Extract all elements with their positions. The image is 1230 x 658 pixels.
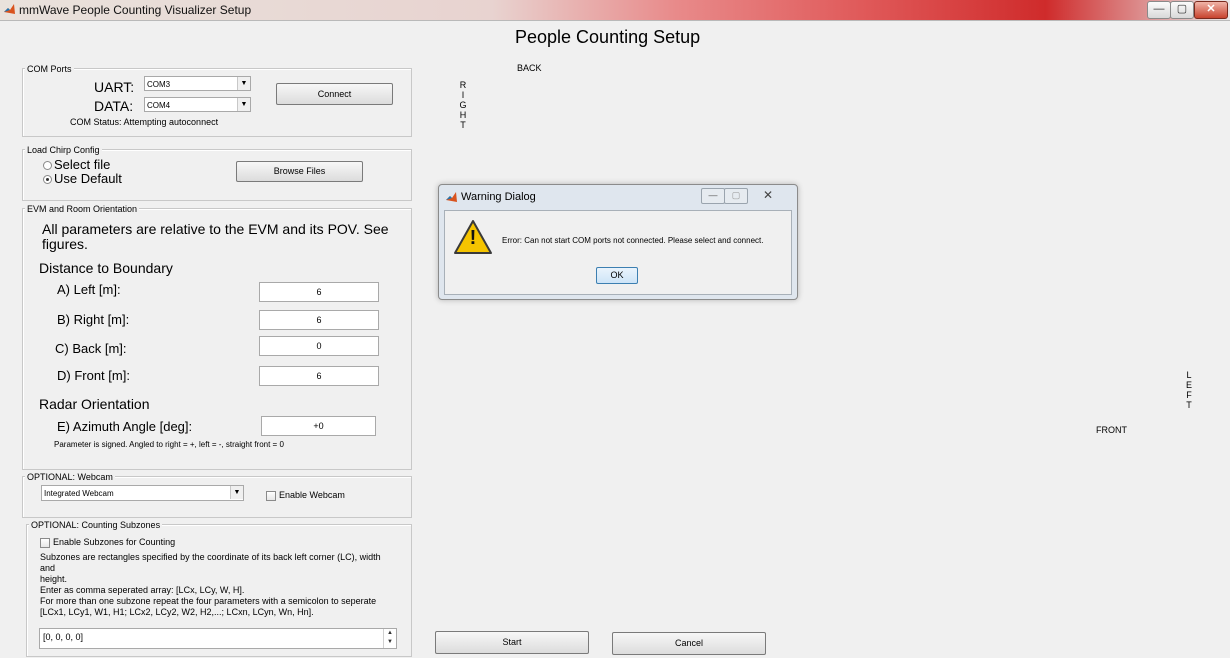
dialog-message: Error: Can not start COM ports not conne…: [502, 236, 764, 245]
window-title: mmWave People Counting Visualizer Setup: [19, 3, 252, 17]
subzones-desc-line2: height.: [40, 574, 68, 584]
use-default-radio[interactable]: [43, 175, 52, 184]
subzones-desc-line5: [LCx1, LCy1, W1, H1; LCx2, LCy2, W2, H2,…: [40, 607, 314, 617]
right-input[interactable]: 6: [259, 310, 379, 330]
maximize-button[interactable]: ▢: [1170, 1, 1194, 19]
data-value: COM4: [147, 101, 171, 110]
subzones-title: OPTIONAL: Counting Subzones: [29, 520, 163, 530]
chevron-down-icon: ▼: [230, 486, 243, 499]
azimuth-label: E) Azimuth Angle [deg]:: [57, 419, 193, 434]
azimuth-input[interactable]: +0: [261, 416, 376, 436]
subzones-input-value: [0, 0, 0, 0]: [43, 632, 84, 642]
warning-dialog[interactable]: Warning Dialog — ▢ ✕ ! Error: Can not st…: [438, 184, 798, 300]
dialog-maximize-button[interactable]: ▢: [724, 188, 748, 204]
matlab-app-icon: [4, 4, 15, 14]
close-button[interactable]: ✕: [1194, 1, 1228, 19]
right-label: B) Right [m]:: [57, 312, 130, 327]
enable-webcam-label[interactable]: Enable Webcam: [279, 490, 345, 500]
ok-button[interactable]: OK: [596, 267, 638, 284]
left-letter: L: [1186, 370, 1192, 380]
subzones-description: Subzones are rectangles specified by the…: [40, 552, 390, 618]
left-letter: E: [1185, 380, 1192, 390]
radar-heading: Radar Orientation: [39, 396, 150, 412]
right-letter: I: [461, 90, 465, 100]
left-label: A) Left [m]:: [57, 282, 121, 297]
front-direction-label: FRONT: [1096, 425, 1127, 435]
subzones-input[interactable]: [0, 0, 0, 0] ▲ ▼: [39, 628, 397, 649]
back-input[interactable]: 0: [259, 336, 379, 356]
azimuth-note: Parameter is signed. Angled to right = +…: [54, 440, 284, 449]
matlab-app-icon: [446, 192, 457, 202]
evm-orientation-title: EVM and Room Orientation: [25, 204, 140, 214]
chirp-config-title: Load Chirp Config: [25, 145, 102, 155]
webcam-title: OPTIONAL: Webcam: [25, 472, 115, 482]
start-button[interactable]: Start: [435, 631, 589, 654]
left-direction-label: L E F T: [1185, 370, 1193, 410]
left-letter: F: [1186, 390, 1192, 400]
subzones-desc-line3: Enter as comma seperated array: [LCx, LC…: [40, 585, 245, 595]
enable-subzones-label[interactable]: Enable Subzones for Counting: [53, 537, 175, 547]
dialog-minimize-button[interactable]: —: [701, 188, 725, 204]
data-select[interactable]: COM4 ▼: [144, 97, 251, 112]
page-title: People Counting Setup: [515, 27, 701, 47]
dialog-body: ! Error: Can not start COM ports not con…: [444, 210, 792, 295]
enable-subzones-checkbox[interactable]: [40, 538, 50, 548]
cancel-button[interactable]: Cancel: [612, 632, 766, 655]
front-label: D) Front [m]:: [57, 368, 130, 383]
use-default-label[interactable]: Use Default: [54, 171, 122, 186]
com-ports-title: COM Ports: [25, 64, 74, 74]
left-letter: T: [1186, 400, 1192, 410]
uart-label: UART:: [94, 79, 135, 95]
minimize-button[interactable]: —: [1147, 1, 1171, 19]
connect-button[interactable]: Connect: [276, 83, 393, 105]
chevron-down-icon: ▼: [237, 98, 250, 111]
dialog-title: Warning Dialog: [461, 191, 536, 203]
front-input[interactable]: 6: [259, 366, 379, 386]
back-direction-label: BACK: [517, 63, 542, 73]
dialog-close-button[interactable]: ✕: [748, 188, 788, 202]
uart-value: COM3: [147, 80, 171, 89]
left-input[interactable]: 6: [259, 282, 379, 302]
com-status-text: COM Status: Attempting autoconnect: [70, 117, 219, 127]
chevron-down-icon: ▼: [237, 77, 250, 90]
spinner-arrows-icon[interactable]: ▲ ▼: [383, 629, 396, 648]
subzones-desc-line4: For more than one subzone repeat the fou…: [40, 596, 377, 606]
data-label: DATA:: [94, 98, 134, 114]
select-file-radio[interactable]: [43, 161, 52, 170]
right-letter: H: [459, 110, 467, 120]
right-direction-label: R I G H T: [459, 80, 467, 130]
right-letter: G: [459, 100, 467, 110]
webcam-value: Integrated Webcam: [44, 489, 114, 498]
evm-intro-line2: figures.: [42, 236, 88, 252]
right-letter: R: [459, 80, 467, 90]
warning-glyph: !: [469, 227, 477, 249]
select-file-label[interactable]: Select file: [54, 157, 110, 172]
uart-select[interactable]: COM3 ▼: [144, 76, 251, 91]
enable-webcam-checkbox[interactable]: [266, 491, 276, 501]
right-letter: T: [460, 120, 466, 130]
browse-files-button[interactable]: Browse Files: [236, 161, 363, 182]
back-label: C) Back [m]:: [55, 341, 127, 356]
evm-intro-line1: All parameters are relative to the EVM a…: [42, 221, 389, 237]
webcam-select[interactable]: Integrated Webcam ▼: [41, 485, 244, 501]
subzones-desc-line1: Subzones are rectangles specified by the…: [40, 552, 381, 573]
distance-heading: Distance to Boundary: [39, 260, 173, 276]
